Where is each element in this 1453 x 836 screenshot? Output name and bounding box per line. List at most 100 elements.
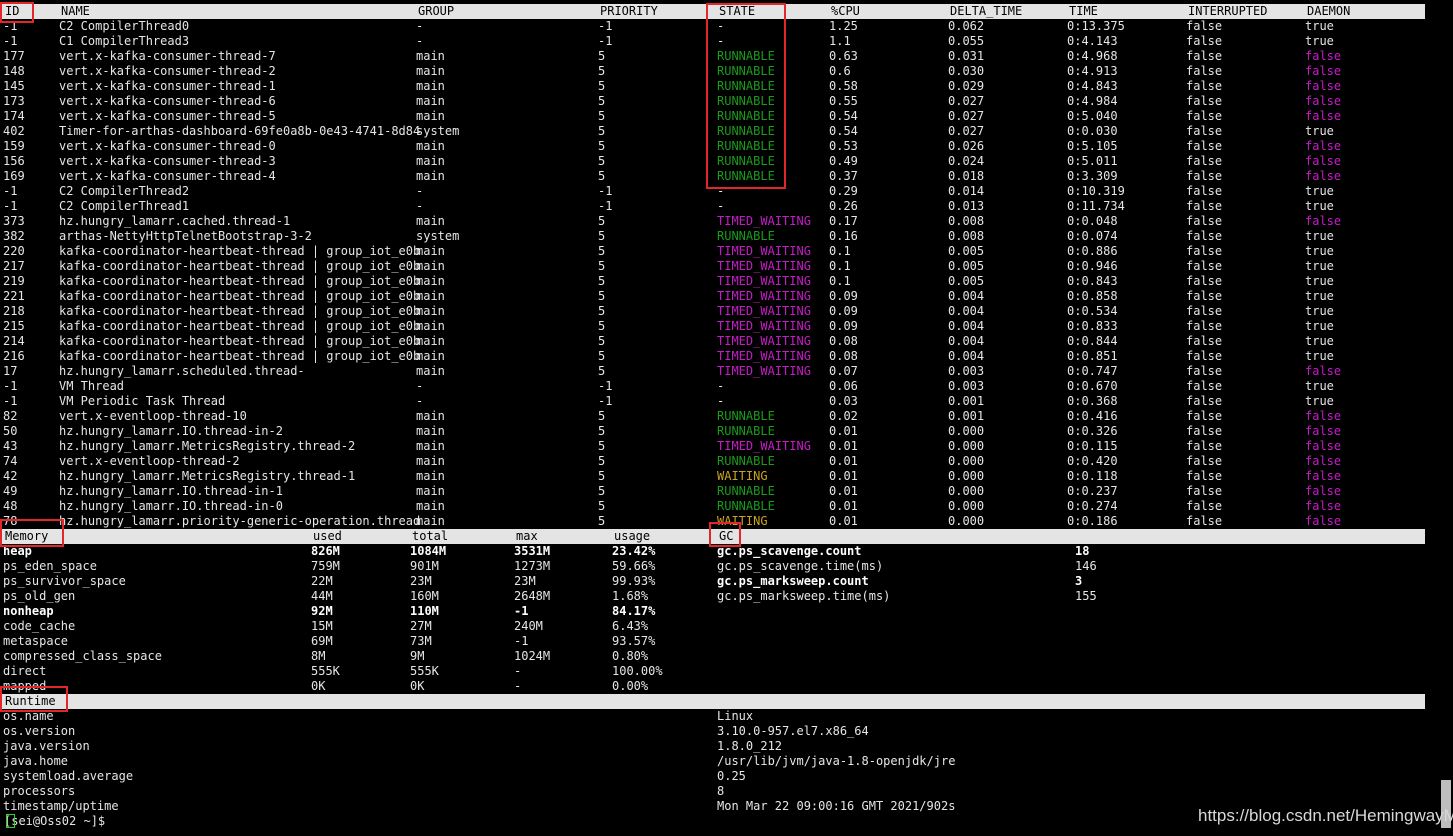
- thread-name: hz.hungry_lamarr.IO.thread-in-2: [59, 424, 283, 438]
- thread-daemon: true: [1305, 274, 1334, 288]
- thread-id: 221: [3, 289, 25, 303]
- thread-daemon: false: [1305, 109, 1342, 123]
- runtime-name: os.version: [3, 724, 76, 738]
- thread-id: 156: [3, 154, 25, 168]
- thread-daemon: false: [1305, 94, 1342, 108]
- memory-row: nonheap 92M 110M -1 84.17%: [0, 604, 1430, 619]
- thread-group: main: [416, 94, 445, 108]
- thread-delta-time: 0.018: [948, 169, 985, 183]
- memory-used: 92M: [311, 604, 333, 618]
- thread-interrupted: false: [1186, 439, 1223, 453]
- thread-cpu: 0.6: [829, 64, 851, 78]
- thread-id: 50: [3, 424, 18, 438]
- thread-interrupted: false: [1186, 139, 1223, 153]
- thread-row: 42 hz.hungry_lamarr.MetricsRegistry.threa…: [0, 469, 1430, 484]
- thread-cpu: 0.03: [829, 394, 858, 408]
- thread-priority: 5: [598, 169, 606, 183]
- thread-delta-time: 0.055: [948, 34, 985, 48]
- memory-max: -1: [514, 604, 529, 618]
- memory-max: -: [514, 664, 522, 678]
- thread-state: TIMED_WAITING: [717, 214, 811, 228]
- thread-time: 0:0.534: [1067, 304, 1118, 318]
- thread-time: 0:4.913: [1067, 64, 1118, 78]
- shell-prompt: [sei@Oss02 ~]$: [4, 814, 106, 828]
- memory-col-max: max: [516, 529, 538, 543]
- thread-delta-time: 0.008: [948, 229, 985, 243]
- thread-group: main: [416, 499, 445, 513]
- thread-state: -: [717, 199, 725, 213]
- thread-daemon: true: [1305, 304, 1334, 318]
- thread-priority: -1: [598, 34, 613, 48]
- thread-name: hz.hungry_lamarr.IO.thread-in-1: [59, 484, 283, 498]
- thread-daemon: true: [1305, 394, 1334, 408]
- thread-group: main: [416, 154, 445, 168]
- thread-interrupted: false: [1186, 499, 1223, 513]
- runtime-header: Runtime: [2, 694, 1425, 709]
- thread-name: hz.hungry_lamarr.scheduled.thread-: [59, 364, 305, 378]
- thread-daemon: false: [1305, 214, 1342, 228]
- thread-priority: 5: [598, 64, 606, 78]
- thread-cpu: 0.16: [829, 229, 858, 243]
- thread-delta-time: 0.004: [948, 319, 985, 333]
- thread-interrupted: false: [1186, 484, 1223, 498]
- thread-time: 0:0.416: [1067, 409, 1118, 423]
- thread-name: vert.x-kafka-consumer-thread-4: [59, 169, 276, 183]
- thread-cpu: 0.26: [829, 199, 858, 213]
- thread-id: 215: [3, 319, 25, 333]
- thread-priority: -1: [598, 394, 613, 408]
- thread-priority: 5: [598, 139, 606, 153]
- thread-cpu: 0.01: [829, 469, 858, 483]
- thread-state: TIMED_WAITING: [717, 319, 811, 333]
- thread-id: 49: [3, 484, 18, 498]
- thread-id: 382: [3, 229, 25, 243]
- thread-group: main: [416, 274, 445, 288]
- thread-interrupted: false: [1186, 469, 1223, 483]
- thread-daemon: true: [1305, 229, 1334, 243]
- thread-priority: 5: [598, 499, 606, 513]
- thread-id: 402: [3, 124, 25, 138]
- memory-usage: 100.00%: [612, 664, 663, 678]
- thread-group: main: [416, 64, 445, 78]
- thread-group: main: [416, 439, 445, 453]
- thread-row: 221 kafka-coordinator-heartbeat-thread | …: [0, 289, 1430, 304]
- thread-row: 48 hz.hungry_lamarr.IO.thread-in-0 main 5 RU…: [0, 499, 1430, 514]
- thread-group: -: [416, 199, 424, 213]
- thread-interrupted: false: [1186, 364, 1223, 378]
- thread-time: 0:0.843: [1067, 274, 1118, 288]
- thread-name: VM Thread: [59, 379, 125, 393]
- thread-state: RUNNABLE: [717, 424, 775, 438]
- thread-priority: 5: [598, 79, 606, 93]
- thread-time: 0:0.186: [1067, 514, 1118, 528]
- thread-id: 219: [3, 274, 25, 288]
- thread-name: kafka-coordinator-heartbeat-thread | gro…: [59, 274, 421, 288]
- thread-cpu: 0.07: [829, 364, 858, 378]
- thread-row: 218 kafka-coordinator-heartbeat-thread | …: [0, 304, 1430, 319]
- thread-group: main: [416, 454, 445, 468]
- thread-time: 0:5.040: [1067, 109, 1118, 123]
- thread-delta-time: 0.000: [948, 499, 985, 513]
- thread-daemon: true: [1305, 34, 1334, 48]
- thread-priority: 5: [598, 469, 606, 483]
- thread-priority: 5: [598, 349, 606, 363]
- thread-group: main: [416, 514, 445, 528]
- thread-priority: -1: [598, 19, 613, 33]
- thread-daemon: false: [1305, 409, 1342, 423]
- thread-time: 0:13.375: [1067, 19, 1125, 33]
- thread-cpu: 0.01: [829, 499, 858, 513]
- thread-time: 0:4.143: [1067, 34, 1118, 48]
- thread-name: vert.x-kafka-consumer-thread-7: [59, 49, 276, 63]
- thread-name: vert.x-kafka-consumer-thread-6: [59, 94, 276, 108]
- thread-cpu: 0.1: [829, 274, 851, 288]
- thread-id: 42: [3, 469, 18, 483]
- runtime-name: processors: [3, 784, 76, 798]
- memory-max: 240M: [514, 619, 543, 633]
- thread-interrupted: false: [1186, 454, 1223, 468]
- thread-state: TIMED_WAITING: [717, 304, 811, 318]
- memory-used: 8M: [311, 649, 326, 663]
- thread-cpu: 0.02: [829, 409, 858, 423]
- thread-daemon: false: [1305, 139, 1342, 153]
- thread-id: 218: [3, 304, 25, 318]
- thread-delta-time: 0.062: [948, 19, 985, 33]
- memory-row: code_cache 15M 27M 240M 6.43%: [0, 619, 1430, 634]
- thread-delta-time: 0.000: [948, 454, 985, 468]
